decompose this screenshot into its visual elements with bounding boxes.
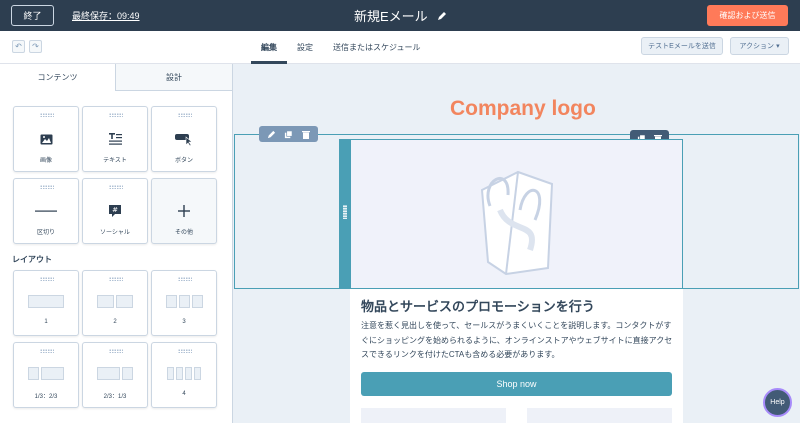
last-saved-link[interactable]: 最終保存：09:49 — [72, 9, 140, 22]
redo-icon[interactable]: ↷ — [29, 40, 42, 53]
send-test-email-button[interactable]: テストEメールを送信 — [641, 37, 723, 55]
layout-label: 1 — [44, 319, 48, 325]
module-label: ボタン — [174, 158, 193, 164]
module-label: 画像 — [39, 158, 52, 164]
drag-grip-icon — [40, 185, 54, 189]
drag-grip-icon — [109, 349, 123, 353]
layout-label: 2 — [113, 319, 117, 325]
text-icon — [108, 133, 122, 145]
layout-2-3-1-3[interactable]: 2/3：1/3 — [82, 342, 148, 408]
section-toolbar — [259, 126, 318, 142]
chevron-down-icon: ▾ — [776, 43, 780, 50]
tab-edit[interactable]: 編集 — [251, 31, 287, 64]
drag-grip-icon — [40, 349, 54, 353]
drag-grip-icon — [109, 113, 123, 117]
layout-preview — [152, 295, 216, 308]
layout-preview — [83, 367, 147, 380]
drag-grip-icon — [178, 349, 192, 353]
layout-preview — [152, 367, 216, 380]
module-label: テキスト — [103, 158, 127, 164]
button-icon — [175, 133, 193, 146]
layout-label: 3 — [182, 319, 186, 325]
layout-label: 4 — [182, 391, 186, 397]
module-other[interactable]: その他 — [151, 178, 217, 244]
layout-preview — [83, 295, 147, 308]
promo-headline[interactable]: 物品とサービスのプロモーションを行う — [361, 296, 595, 315]
product-image-placeholder[interactable] — [527, 408, 672, 423]
edit-title-pencil-icon[interactable] — [437, 11, 447, 21]
product-image-placeholder[interactable] — [361, 408, 506, 423]
actions-label: アクション — [739, 43, 775, 50]
layout-preview — [14, 367, 78, 380]
drag-grip-icon — [178, 277, 192, 281]
edit-pencil-icon[interactable] — [267, 130, 276, 139]
module-social[interactable]: # ソーシャル — [82, 178, 148, 244]
email-title-group: 新規Eメール — [354, 6, 447, 25]
module-label: 区切り — [36, 230, 55, 236]
sidebar-tabs: コンテンツ 設計 — [0, 64, 232, 91]
layout-2-column[interactable]: 2 — [82, 270, 148, 336]
undo-icon[interactable]: ↶ — [12, 40, 25, 53]
drag-handle-icon[interactable] — [343, 205, 347, 219]
layout-label: 2/3：1/3 — [103, 394, 127, 400]
layout-4-column[interactable]: 4 — [151, 342, 217, 408]
tab-design[interactable]: 設計 — [116, 64, 232, 91]
drag-grip-icon — [40, 113, 54, 117]
drag-grip-icon — [109, 277, 123, 281]
drag-grip-icon — [178, 113, 192, 117]
tab-contents[interactable]: コンテンツ — [0, 64, 116, 91]
editor-tabs: 編集 設定 送信またはスケジュール — [251, 31, 430, 64]
exit-button[interactable]: 終了 — [11, 5, 54, 26]
module-label: ソーシャル — [100, 230, 130, 236]
layout-preview — [14, 295, 78, 308]
promo-paragraph[interactable]: 注意を惹く見出しを使って、セールスがうまくいくことを説明します。コンタクトがすぐ… — [361, 319, 676, 363]
divider-icon — [35, 210, 57, 212]
module-label: その他 — [174, 230, 193, 236]
social-icon: # — [109, 205, 121, 217]
module-divider[interactable]: 区切り — [13, 178, 79, 244]
top-bar: 終了 最終保存：09:49 新規Eメール 確認および送信 — [0, 0, 800, 31]
module-image[interactable]: 画像 — [13, 106, 79, 172]
tab-send-or-schedule[interactable]: 送信またはスケジュール — [323, 31, 430, 64]
trash-icon[interactable] — [301, 130, 310, 139]
svg-text:#: # — [112, 206, 118, 214]
drag-grip-icon — [109, 185, 123, 189]
tab-settings[interactable]: 設定 — [287, 31, 323, 64]
actions-dropdown[interactable]: アクション ▾ — [730, 37, 789, 55]
layout-3-column[interactable]: 3 — [151, 270, 217, 336]
editor-toolbar: ↶ ↷ 編集 設定 送信またはスケジュール テストEメールを送信 アクション ▾ — [0, 31, 800, 64]
review-and-send-button[interactable]: 確認および送信 — [707, 5, 788, 26]
help-button[interactable]: Help — [763, 388, 792, 417]
module-button[interactable]: ボタン — [151, 106, 217, 172]
layout-1-3-2-3[interactable]: 1/3：2/3 — [13, 342, 79, 408]
plus-icon — [178, 205, 190, 217]
module-text[interactable]: テキスト — [82, 106, 148, 172]
layout-heading: レイアウト — [12, 255, 52, 264]
drag-grip-icon — [40, 277, 54, 281]
layout-1-column[interactable]: 1 — [13, 270, 79, 336]
email-title[interactable]: 新規Eメール — [354, 6, 428, 25]
clone-icon[interactable] — [284, 130, 293, 139]
company-logo[interactable]: Company logo — [450, 97, 596, 121]
image-icon — [40, 134, 52, 144]
shop-now-button[interactable]: Shop now — [361, 372, 672, 396]
shopping-bag-icon — [480, 170, 554, 275]
layout-label: 1/3：2/3 — [34, 394, 58, 400]
